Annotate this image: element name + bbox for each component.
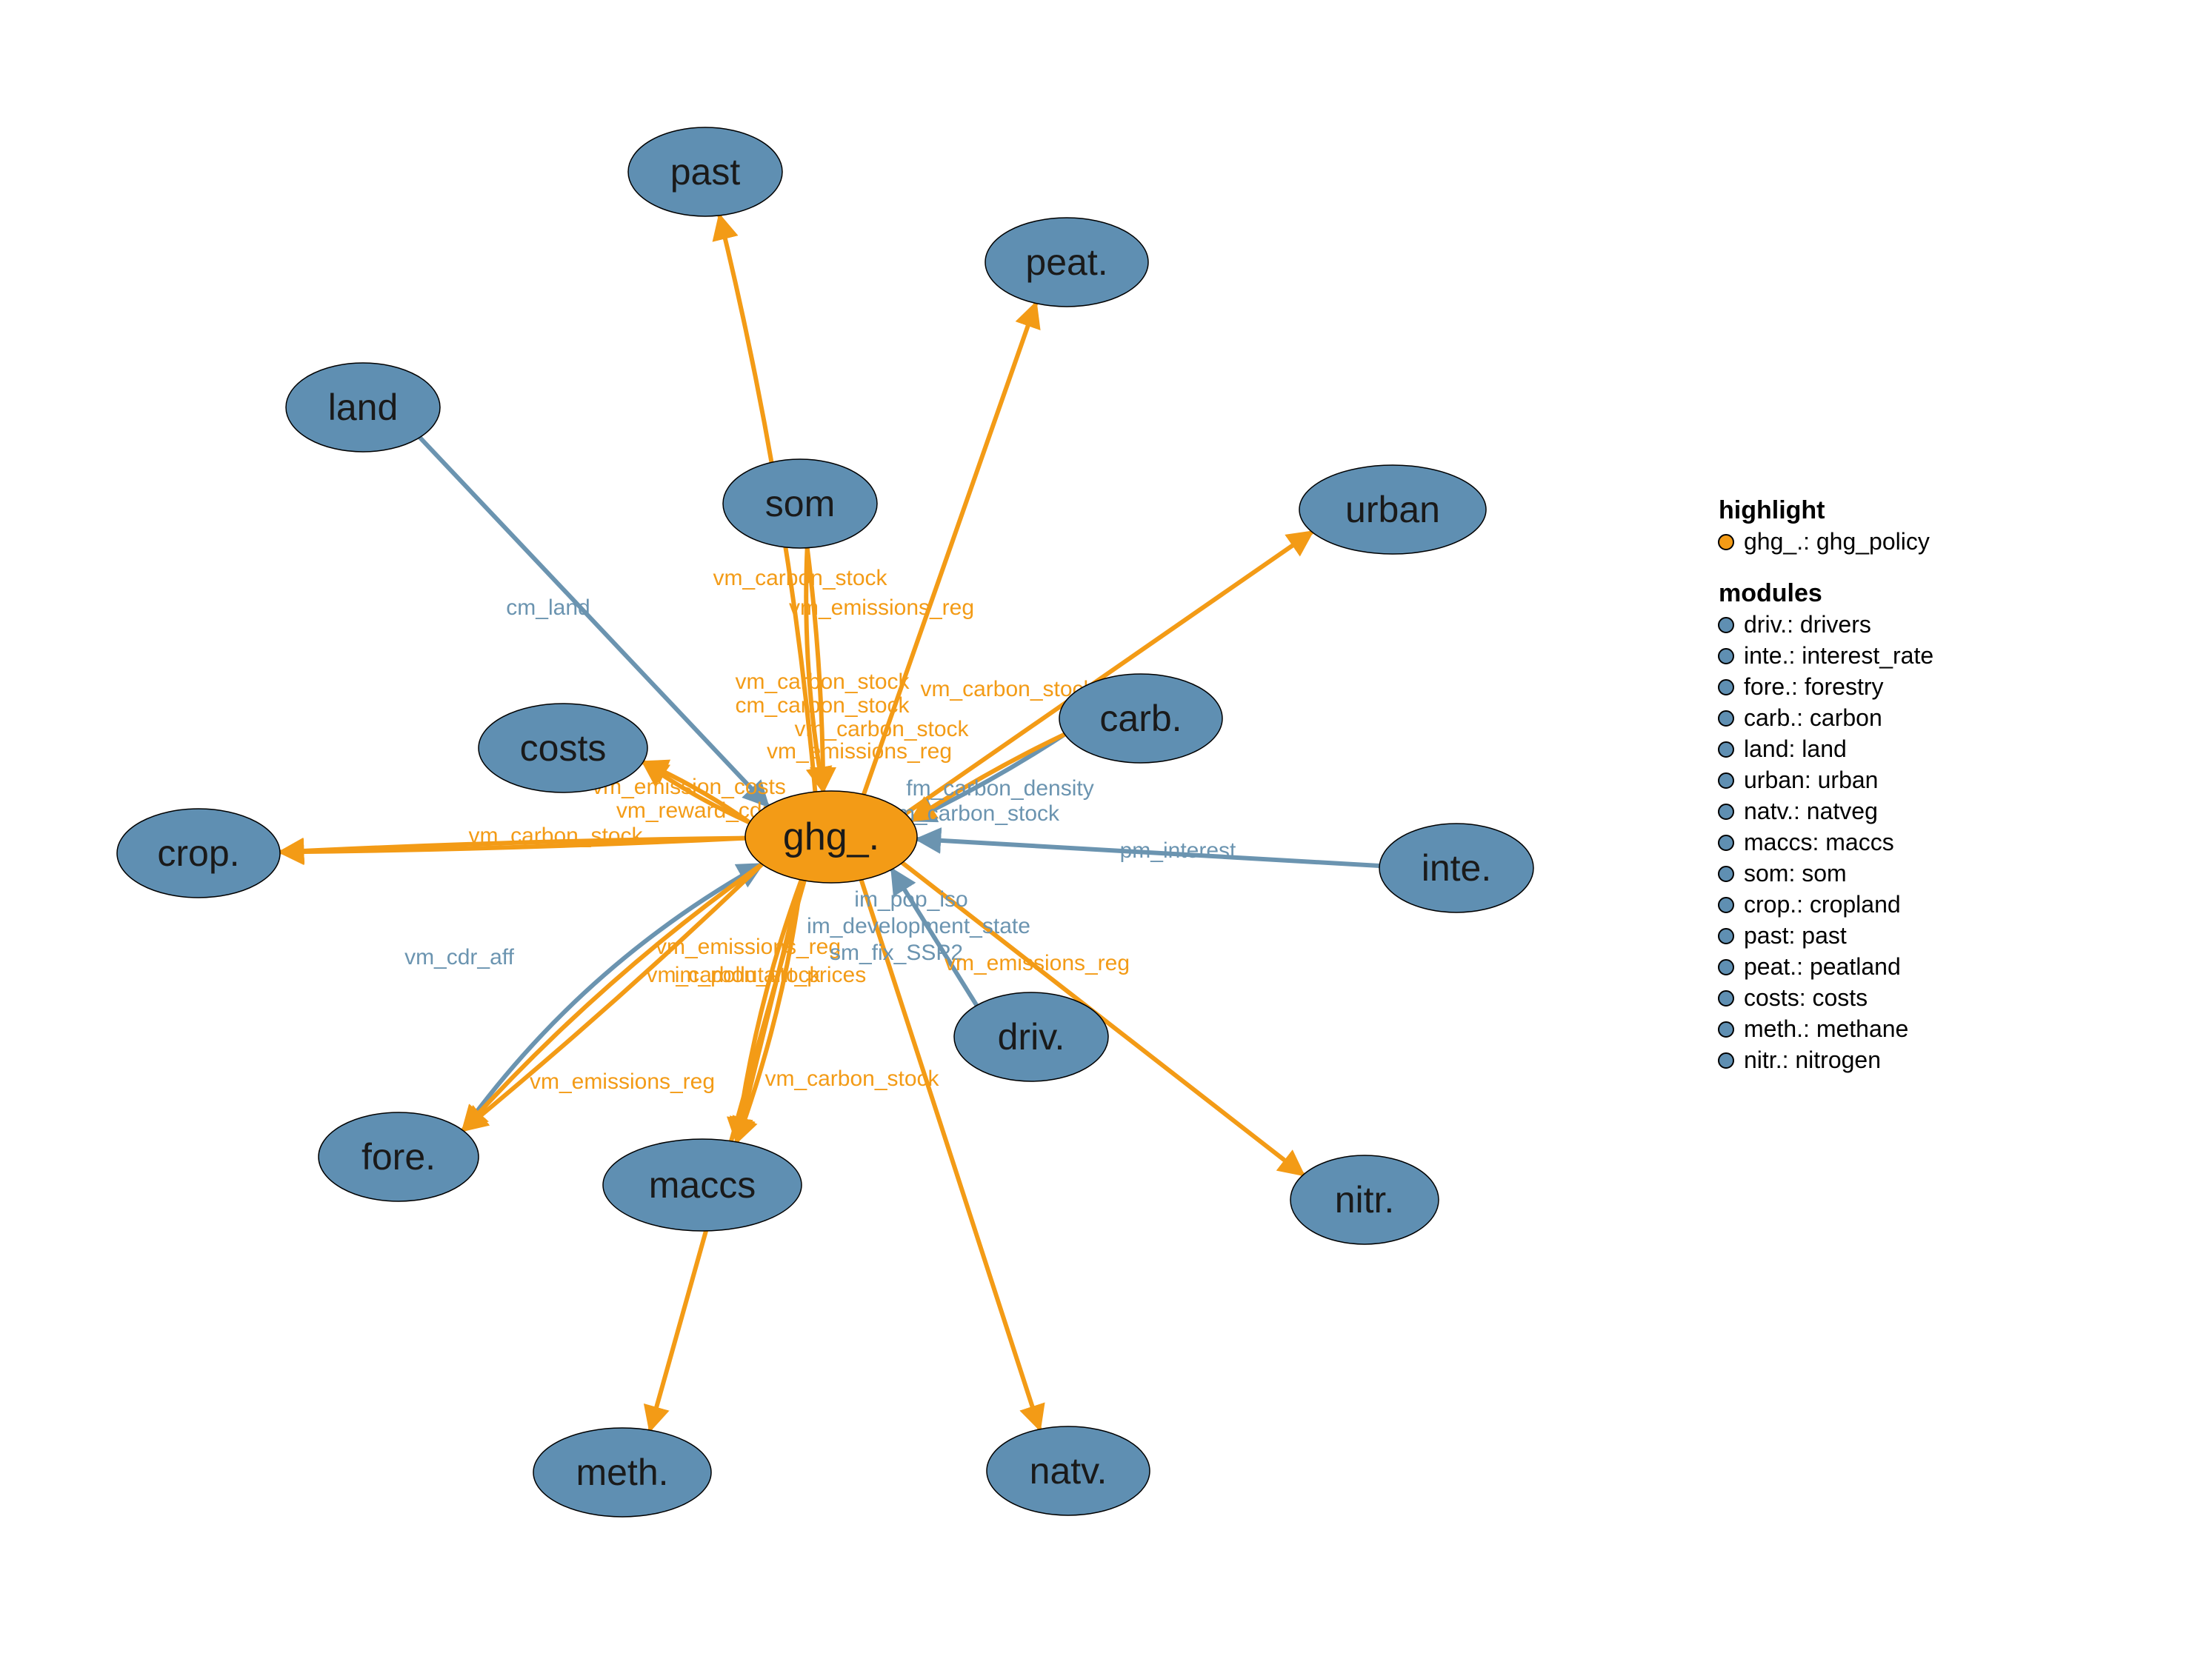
legend-bullet-icon xyxy=(1719,742,1733,757)
legend-bullet-icon xyxy=(1719,711,1733,726)
node-nitr-label: nitr. xyxy=(1335,1179,1395,1221)
node-meth-label: meth. xyxy=(576,1452,668,1493)
node-som: som xyxy=(723,459,877,548)
node-natv-label: natv. xyxy=(1030,1450,1107,1492)
node-ghg-label: ghg_. xyxy=(783,815,879,858)
node-crop-label: crop. xyxy=(157,832,239,874)
legend-module-item: past: past xyxy=(1744,922,1847,949)
node-past: past xyxy=(628,127,782,216)
legend-bullet-icon xyxy=(1719,773,1733,788)
node-fore: fore. xyxy=(319,1112,479,1201)
node-driv: driv. xyxy=(954,992,1108,1081)
edge-label: im_pop_iso xyxy=(854,887,967,912)
node-urban: urban xyxy=(1299,465,1486,554)
edge-label: vm_carbon_stock xyxy=(764,1066,939,1091)
legend-bullet-icon xyxy=(1719,960,1733,975)
node-meth: meth. xyxy=(533,1428,711,1517)
edge-label: vm_emissions_reg xyxy=(767,739,952,764)
edge-label: vm_cdr_aff xyxy=(404,945,515,969)
legend-highlight-item: ghg_.: ghg_policy xyxy=(1744,528,1930,555)
node-urban-label: urban xyxy=(1345,489,1440,530)
edge-label: fm_carbon_density xyxy=(906,776,1093,801)
edge-label: vm_carbon_stock xyxy=(713,566,887,590)
legend-modules-title: modules xyxy=(1719,579,1822,607)
edge-label: sm_fix_SSP2 xyxy=(830,941,963,965)
legend-module-item: maccs: maccs xyxy=(1744,829,1894,855)
node-fore-label: fore. xyxy=(362,1136,436,1178)
legend-highlight-title: highlight xyxy=(1719,496,1825,524)
node-land: land xyxy=(286,363,440,452)
legend-module-item: meth.: methane xyxy=(1744,1015,1908,1042)
node-peat: peat. xyxy=(985,218,1148,307)
legend-module-item: peat.: peatland xyxy=(1744,953,1901,980)
legend-module-item: som: som xyxy=(1744,860,1847,887)
edge-label: vm_emissions_reg xyxy=(530,1069,715,1094)
edge-label: vm_carbon_stock xyxy=(468,824,643,848)
edge-label: vm_emissions_reg xyxy=(945,951,1130,975)
legend-module-item: natv.: natveg xyxy=(1744,798,1878,824)
node-ghg: ghg_. xyxy=(745,791,917,883)
legend-module-item: fore.: forestry xyxy=(1744,673,1884,700)
legend-bullet-icon xyxy=(1719,680,1733,695)
node-peat-label: peat. xyxy=(1025,241,1107,283)
legend: highlight ghg_.: ghg_policymodules driv.: … xyxy=(1719,496,1933,1073)
legend-module-item: urban: urban xyxy=(1744,767,1878,793)
legend-module-item: land: land xyxy=(1744,735,1847,762)
node-costs: costs xyxy=(479,704,647,792)
node-land-label: land xyxy=(328,387,399,428)
legend-module-item: costs: costs xyxy=(1744,984,1868,1011)
legend-bullet-icon xyxy=(1719,1053,1733,1068)
edge-label: pm_interest xyxy=(1120,838,1236,863)
edge-label: vm_emissions_reg xyxy=(789,595,974,620)
edge-label: m_carbon_stock xyxy=(896,801,1060,826)
node-som-label: som xyxy=(765,483,835,524)
node-costs-label: costs xyxy=(520,727,607,769)
edge-ghg-urban xyxy=(905,532,1312,814)
edge-label: vm_emissions_reg xyxy=(656,935,841,959)
legend-bullet-icon xyxy=(1719,1022,1733,1037)
legend-module-item: inte.: interest_rate xyxy=(1744,642,1933,669)
node-carb-label: carb. xyxy=(1099,698,1182,739)
edge-label: vm_carbon_stock xyxy=(794,717,969,741)
node-past-label: past xyxy=(670,151,741,193)
edge-label: vm_carbon_stock xyxy=(735,670,910,694)
edge-label: im_pollutant_prices xyxy=(675,963,866,987)
node-maccs: maccs xyxy=(603,1139,802,1231)
node-crop: crop. xyxy=(117,809,280,898)
nodes-layer: ghg_. past peat. land som urban costs carb. crop… xyxy=(117,127,1533,1517)
node-nitr: nitr. xyxy=(1290,1155,1439,1244)
legend-bullet-icon xyxy=(1719,991,1733,1006)
legend-bullet-icon xyxy=(1719,618,1733,632)
node-inte: inte. xyxy=(1379,824,1533,912)
legend-bullet-icon xyxy=(1719,804,1733,819)
edge-label: cm_carbon_stock xyxy=(735,693,910,718)
node-driv-label: driv. xyxy=(998,1016,1065,1058)
node-maccs-label: maccs xyxy=(649,1164,756,1206)
node-natv: natv. xyxy=(987,1426,1150,1515)
node-carb: carb. xyxy=(1059,674,1222,763)
dependency-graph: cm_landvm_carbon_stockvm_emissions_regvm… xyxy=(0,0,2212,1659)
legend-module-item: carb.: carbon xyxy=(1744,704,1882,731)
legend-module-item: crop.: cropland xyxy=(1744,891,1901,918)
edge-label: cm_land xyxy=(506,595,590,620)
legend-module-item: driv.: drivers xyxy=(1744,611,1871,638)
legend-bullet-icon xyxy=(1719,535,1733,550)
legend-bullet-icon xyxy=(1719,898,1733,912)
legend-bullet-icon xyxy=(1719,867,1733,881)
legend-bullet-icon xyxy=(1719,649,1733,664)
legend-bullet-icon xyxy=(1719,835,1733,850)
legend-bullet-icon xyxy=(1719,929,1733,944)
legend-module-item: nitr.: nitrogen xyxy=(1744,1047,1881,1073)
node-inte-label: inte. xyxy=(1422,847,1492,889)
